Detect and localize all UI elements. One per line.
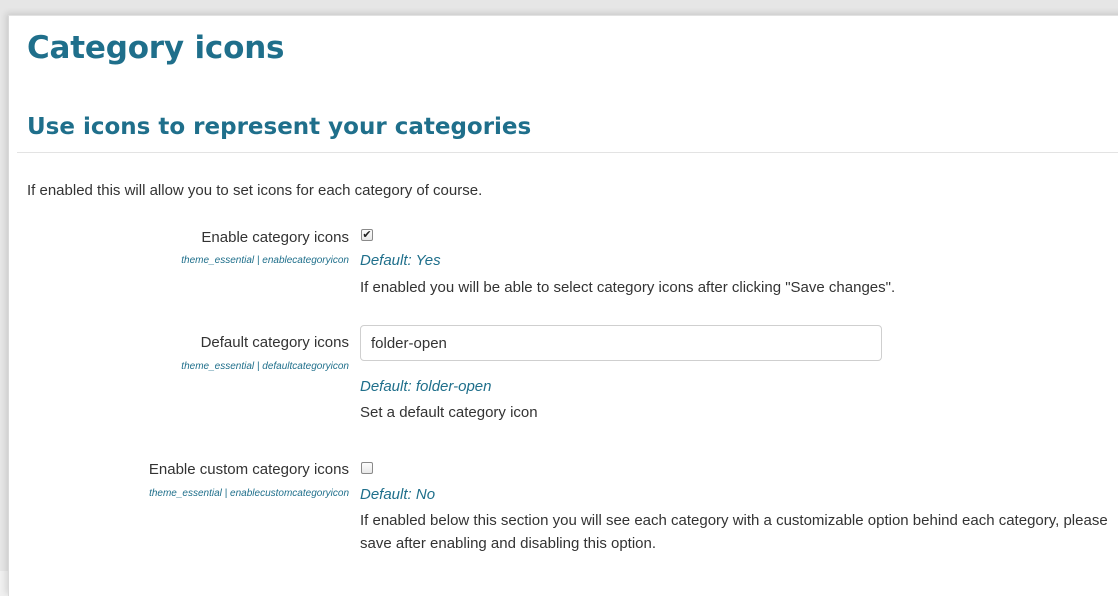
setting-label-default-category-icons: Default category icons	[200, 334, 349, 351]
section-title: Use icons to represent your categories	[27, 114, 532, 140]
setting-label-enable-custom-category-icons: Enable custom category icons	[148, 461, 349, 478]
enable-category-icons-checkbox[interactable]: ✔	[361, 229, 373, 241]
settings-panel: Category icons Use icons to represent yo…	[8, 15, 1118, 596]
section-divider	[17, 152, 1118, 153]
section-intro: If enabled this will allow you to set ic…	[27, 182, 483, 199]
setting-label-enable-category-icons: Enable category icons	[201, 229, 349, 246]
description-enable-custom-category-icons: If enabled below this section you will s…	[360, 512, 1108, 552]
default-default-category-icons: Default: folder-open	[360, 378, 492, 395]
setting-id-default-category-icons: theme_essential | defaultcategoryicon	[181, 361, 349, 372]
default-enable-custom-category-icons: Default: No	[360, 486, 436, 503]
description-default-category-icons: Set a default category icon	[360, 404, 538, 421]
default-category-icon-input[interactable]	[360, 325, 882, 361]
window-frame: Category icons Use icons to represent yo…	[0, 0, 1118, 596]
setting-id-enable-custom-category-icons: theme_essential | enablecustomcategoryic…	[149, 488, 349, 499]
page-title: Category icons	[27, 30, 285, 66]
enable-custom-category-icons-checkbox[interactable]	[361, 462, 373, 474]
default-enable-category-icons: Default: Yes	[360, 252, 441, 269]
description-enable-category-icons: If enabled you will be able to select ca…	[360, 279, 896, 296]
setting-id-enable-category-icons: theme_essential | enablecategoryicon	[181, 255, 349, 266]
